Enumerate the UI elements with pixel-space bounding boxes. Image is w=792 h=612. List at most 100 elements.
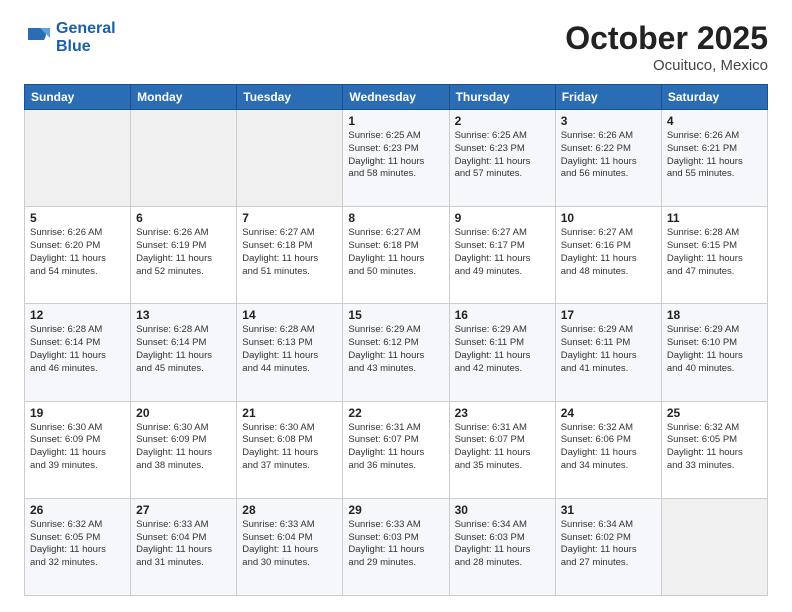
day-number: 15: [348, 308, 443, 322]
day-info: Sunrise: 6:29 AMSunset: 6:10 PMDaylight:…: [667, 324, 762, 375]
day-info: Sunrise: 6:27 AMSunset: 6:18 PMDaylight:…: [242, 227, 337, 278]
day-info: Sunrise: 6:33 AMSunset: 6:04 PMDaylight:…: [242, 519, 337, 570]
col-sunday: Sunday: [25, 85, 131, 110]
calendar: Sunday Monday Tuesday Wednesday Thursday…: [24, 84, 768, 596]
location: Ocuituco, Mexico: [565, 57, 768, 74]
day-number: 14: [242, 308, 337, 322]
day-info: Sunrise: 6:28 AMSunset: 6:15 PMDaylight:…: [667, 227, 762, 278]
day-info: Sunrise: 6:28 AMSunset: 6:14 PMDaylight:…: [136, 324, 231, 375]
day-info: Sunrise: 6:30 AMSunset: 6:09 PMDaylight:…: [30, 422, 125, 473]
day-number: 27: [136, 503, 231, 517]
logo-icon: [24, 24, 52, 52]
calendar-cell: 23 Sunrise: 6:31 AMSunset: 6:07 PMDayligh…: [449, 401, 555, 498]
day-number: 23: [455, 406, 550, 420]
day-number: 28: [242, 503, 337, 517]
calendar-cell: 29 Sunrise: 6:33 AMSunset: 6:03 PMDayligh…: [343, 498, 449, 595]
calendar-cell: 22 Sunrise: 6:31 AMSunset: 6:07 PMDayligh…: [343, 401, 449, 498]
calendar-cell: 11Sunrise: 6:28 AMSunset: 6:15 PMDayligh…: [661, 207, 767, 304]
calendar-cell: 6 Sunrise: 6:26 AMSunset: 6:19 PMDaylight…: [131, 207, 237, 304]
day-number: 7: [242, 211, 337, 225]
calendar-cell: 18Sunrise: 6:29 AMSunset: 6:10 PMDayligh…: [661, 304, 767, 401]
day-info: Sunrise: 6:27 AMSunset: 6:16 PMDaylight:…: [561, 227, 656, 278]
day-info: Sunrise: 6:27 AMSunset: 6:17 PMDaylight:…: [455, 227, 550, 278]
day-number: 19: [30, 406, 125, 420]
calendar-cell: 30Sunrise: 6:34 AMSunset: 6:03 PMDayligh…: [449, 498, 555, 595]
calendar-cell: 13 Sunrise: 6:28 AMSunset: 6:14 PMDayligh…: [131, 304, 237, 401]
calendar-cell: 27 Sunrise: 6:33 AMSunset: 6:04 PMDayligh…: [131, 498, 237, 595]
calendar-cell: 26 Sunrise: 6:32 AMSunset: 6:05 PMDayligh…: [25, 498, 131, 595]
page: General Blue October 2025 Ocuituco, Mexi…: [0, 0, 792, 612]
calendar-cell: 8 Sunrise: 6:27 AMSunset: 6:18 PMDaylight…: [343, 207, 449, 304]
day-number: 5: [30, 211, 125, 225]
day-number: 2: [455, 114, 550, 128]
day-number: 8: [348, 211, 443, 225]
day-info: Sunrise: 6:31 AMSunset: 6:07 PMDaylight:…: [455, 422, 550, 473]
day-number: 9: [455, 211, 550, 225]
col-friday: Friday: [555, 85, 661, 110]
calendar-cell: 17 Sunrise: 6:29 AMSunset: 6:11 PMDayligh…: [555, 304, 661, 401]
day-info: Sunrise: 6:26 AMSunset: 6:20 PMDaylight:…: [30, 227, 125, 278]
calendar-cell: 15 Sunrise: 6:29 AMSunset: 6:12 PMDayligh…: [343, 304, 449, 401]
calendar-cell: [25, 110, 131, 207]
day-number: 1: [348, 114, 443, 128]
day-info: Sunrise: 6:29 AMSunset: 6:11 PMDaylight:…: [561, 324, 656, 375]
calendar-cell: 1 Sunrise: 6:25 AMSunset: 6:23 PMDaylight…: [343, 110, 449, 207]
col-thursday: Thursday: [449, 85, 555, 110]
logo-text: General Blue: [56, 20, 116, 57]
day-info: Sunrise: 6:29 AMSunset: 6:12 PMDaylight:…: [348, 324, 443, 375]
calendar-cell: 19 Sunrise: 6:30 AMSunset: 6:09 PMDayligh…: [25, 401, 131, 498]
day-info: Sunrise: 6:25 AMSunset: 6:23 PMDaylight:…: [348, 130, 443, 181]
calendar-week-1: 1 Sunrise: 6:25 AMSunset: 6:23 PMDaylight…: [25, 110, 768, 207]
calendar-cell: 2 Sunrise: 6:25 AMSunset: 6:23 PMDaylight…: [449, 110, 555, 207]
day-info: Sunrise: 6:27 AMSunset: 6:18 PMDaylight:…: [348, 227, 443, 278]
calendar-cell: 20 Sunrise: 6:30 AMSunset: 6:09 PMDayligh…: [131, 401, 237, 498]
col-tuesday: Tuesday: [237, 85, 343, 110]
day-info: Sunrise: 6:29 AMSunset: 6:11 PMDaylight:…: [455, 324, 550, 375]
calendar-header: Sunday Monday Tuesday Wednesday Thursday…: [25, 85, 768, 110]
day-info: Sunrise: 6:25 AMSunset: 6:23 PMDaylight:…: [455, 130, 550, 181]
calendar-cell: [661, 498, 767, 595]
calendar-cell: 3Sunrise: 6:26 AMSunset: 6:22 PMDaylight…: [555, 110, 661, 207]
day-number: 20: [136, 406, 231, 420]
calendar-cell: 24Sunrise: 6:32 AMSunset: 6:06 PMDayligh…: [555, 401, 661, 498]
calendar-cell: 14Sunrise: 6:28 AMSunset: 6:13 PMDayligh…: [237, 304, 343, 401]
logo: General Blue: [24, 20, 116, 57]
day-info: Sunrise: 6:26 AMSunset: 6:22 PMDaylight:…: [561, 130, 656, 181]
day-info: Sunrise: 6:34 AMSunset: 6:03 PMDaylight:…: [455, 519, 550, 570]
day-info: Sunrise: 6:32 AMSunset: 6:05 PMDaylight:…: [30, 519, 125, 570]
calendar-week-3: 12 Sunrise: 6:28 AMSunset: 6:14 PMDayligh…: [25, 304, 768, 401]
day-number: 21: [242, 406, 337, 420]
calendar-cell: 28 Sunrise: 6:33 AMSunset: 6:04 PMDayligh…: [237, 498, 343, 595]
calendar-week-2: 5 Sunrise: 6:26 AMSunset: 6:20 PMDaylight…: [25, 207, 768, 304]
month-title: October 2025: [565, 20, 768, 57]
day-number: 4: [667, 114, 762, 128]
day-number: 26: [30, 503, 125, 517]
day-info: Sunrise: 6:31 AMSunset: 6:07 PMDaylight:…: [348, 422, 443, 473]
title-block: October 2025 Ocuituco, Mexico: [565, 20, 768, 74]
header-row: Sunday Monday Tuesday Wednesday Thursday…: [25, 85, 768, 110]
day-number: 22: [348, 406, 443, 420]
day-number: 24: [561, 406, 656, 420]
day-number: 6: [136, 211, 231, 225]
calendar-cell: 5 Sunrise: 6:26 AMSunset: 6:20 PMDaylight…: [25, 207, 131, 304]
day-info: Sunrise: 6:26 AMSunset: 6:19 PMDaylight:…: [136, 227, 231, 278]
day-info: Sunrise: 6:28 AMSunset: 6:14 PMDaylight:…: [30, 324, 125, 375]
calendar-cell: [131, 110, 237, 207]
day-number: 12: [30, 308, 125, 322]
calendar-body: 1 Sunrise: 6:25 AMSunset: 6:23 PMDaylight…: [25, 110, 768, 596]
day-info: Sunrise: 6:33 AMSunset: 6:03 PMDaylight:…: [348, 519, 443, 570]
day-info: Sunrise: 6:30 AMSunset: 6:09 PMDaylight:…: [136, 422, 231, 473]
day-number: 17: [561, 308, 656, 322]
day-info: Sunrise: 6:33 AMSunset: 6:04 PMDaylight:…: [136, 519, 231, 570]
calendar-cell: 25Sunrise: 6:32 AMSunset: 6:05 PMDayligh…: [661, 401, 767, 498]
calendar-cell: 9 Sunrise: 6:27 AMSunset: 6:17 PMDaylight…: [449, 207, 555, 304]
day-info: Sunrise: 6:34 AMSunset: 6:02 PMDaylight:…: [561, 519, 656, 570]
day-number: 29: [348, 503, 443, 517]
header: General Blue October 2025 Ocuituco, Mexi…: [24, 20, 768, 74]
calendar-cell: 31Sunrise: 6:34 AMSunset: 6:02 PMDayligh…: [555, 498, 661, 595]
day-number: 13: [136, 308, 231, 322]
calendar-cell: [237, 110, 343, 207]
calendar-cell: 12 Sunrise: 6:28 AMSunset: 6:14 PMDayligh…: [25, 304, 131, 401]
col-wednesday: Wednesday: [343, 85, 449, 110]
day-number: 10: [561, 211, 656, 225]
